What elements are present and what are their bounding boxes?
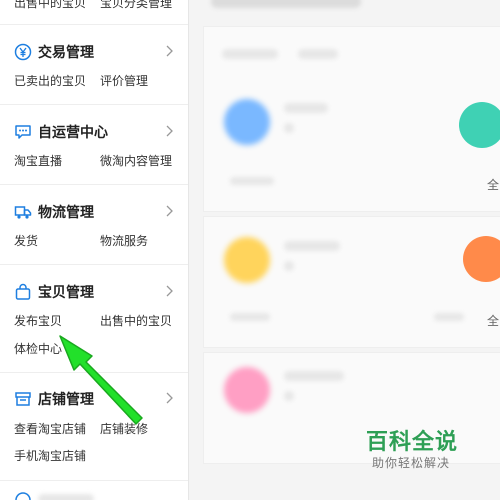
divider bbox=[0, 264, 188, 265]
stat-value-blurred bbox=[284, 391, 294, 401]
chevron-right-icon[interactable] bbox=[164, 44, 174, 58]
sidebar-link-publish-item[interactable]: 发布宝贝 bbox=[14, 312, 62, 329]
stat-label-blurred bbox=[284, 371, 344, 381]
sidebar-link-logistics-service[interactable]: 物流服务 bbox=[100, 232, 148, 249]
yellow-circle-icon bbox=[224, 237, 270, 283]
chevron-right-icon[interactable] bbox=[164, 124, 174, 138]
sidebar-link-reviews[interactable]: 评价管理 bbox=[100, 72, 148, 89]
edge-label: 全 bbox=[487, 178, 500, 192]
stat-footer-blurred bbox=[230, 177, 274, 185]
section-header-shop-manage[interactable]: 店铺管理 bbox=[0, 387, 188, 411]
chat-bubble-icon bbox=[14, 123, 32, 141]
sidebar-link-live-stream[interactable]: 淘宝直播 bbox=[14, 152, 62, 169]
blue-circle-icon bbox=[224, 99, 270, 145]
chevron-right-icon[interactable] bbox=[164, 284, 174, 298]
sidebar-link-selling-items[interactable]: 出售中的宝贝 bbox=[100, 312, 172, 329]
section-item-manage: 宝贝管理 发布宝贝 出售中的宝贝 体检中心 bbox=[0, 280, 188, 356]
stat-label-blurred bbox=[284, 241, 340, 251]
stat-label-blurred bbox=[284, 103, 328, 113]
section-logistics: 物流管理 发货 物流服务 bbox=[0, 200, 188, 248]
section-self-operation: 自运营中心 淘宝直播 微淘内容管理 bbox=[0, 120, 188, 168]
section-trade: 交易管理 已卖出的宝贝 评价管理 bbox=[0, 40, 188, 88]
sidebar-link-category-manage[interactable]: 宝贝分类管理 bbox=[100, 0, 172, 11]
teal-circle-icon bbox=[459, 102, 500, 148]
divider bbox=[0, 104, 188, 105]
next-section-title-blurred bbox=[38, 494, 94, 500]
overview-card bbox=[203, 26, 500, 212]
stat-footer-blurred bbox=[230, 313, 270, 321]
section-title: 宝贝管理 bbox=[38, 285, 94, 301]
storefront-icon bbox=[14, 390, 32, 408]
section-title: 店铺管理 bbox=[38, 392, 94, 408]
sidebar-link-ship[interactable]: 发货 bbox=[14, 232, 38, 249]
page-title-blurred bbox=[211, 0, 361, 8]
stat-footer-blurred bbox=[434, 313, 464, 321]
card-tab-blurred bbox=[222, 49, 278, 59]
sidebar-link-content-manage[interactable]: 微淘内容管理 bbox=[100, 152, 172, 169]
divider bbox=[0, 372, 188, 373]
sidebar-link-health-check[interactable]: 体检中心 bbox=[14, 340, 62, 357]
stat-value-blurred bbox=[284, 261, 294, 271]
shopping-bag-icon bbox=[14, 283, 32, 301]
section-header-logistics[interactable]: 物流管理 bbox=[0, 200, 188, 224]
sidebar-link-selling-items[interactable]: 出售中的宝贝 bbox=[14, 0, 86, 11]
divider bbox=[0, 24, 188, 25]
sidebar-nav: 出售中的宝贝 宝贝分类管理 交易管理 已卖出的宝贝 评价管理 自运营中心 淘宝直… bbox=[0, 0, 189, 500]
overview-card bbox=[203, 216, 500, 348]
sidebar-link-sold-items[interactable]: 已卖出的宝贝 bbox=[14, 72, 86, 89]
watermark-title: 百科全说 bbox=[366, 430, 459, 455]
chevron-right-icon[interactable] bbox=[164, 391, 174, 405]
truck-icon bbox=[14, 203, 32, 221]
section-title: 物流管理 bbox=[38, 205, 94, 221]
next-section-icon bbox=[14, 491, 32, 500]
section-shop-manage: 店铺管理 查看淘宝店铺 店铺装修 手机淘宝店铺 bbox=[0, 387, 188, 463]
section-header-item-manage[interactable]: 宝贝管理 bbox=[0, 280, 188, 304]
divider bbox=[0, 480, 188, 481]
stat-value-blurred bbox=[284, 123, 294, 133]
sidebar-link-shop-decoration[interactable]: 店铺装修 bbox=[100, 420, 148, 437]
card-tab-blurred bbox=[298, 49, 338, 59]
yen-circle-icon bbox=[14, 43, 32, 61]
edge-label: 全 bbox=[487, 314, 500, 328]
divider bbox=[0, 184, 188, 185]
watermark-subtitle: 助你轻松解决 bbox=[372, 456, 451, 470]
section-title: 交易管理 bbox=[38, 45, 94, 61]
section-header-trade[interactable]: 交易管理 bbox=[0, 40, 188, 64]
chevron-right-icon[interactable] bbox=[164, 204, 174, 218]
sidebar-link-mobile-shop[interactable]: 手机淘宝店铺 bbox=[14, 447, 86, 464]
section-header-self-operation[interactable]: 自运营中心 bbox=[0, 120, 188, 144]
sidebar-link-view-shop[interactable]: 查看淘宝店铺 bbox=[14, 420, 86, 437]
section-title: 自运营中心 bbox=[38, 125, 108, 141]
pink-circle-icon bbox=[224, 367, 270, 413]
